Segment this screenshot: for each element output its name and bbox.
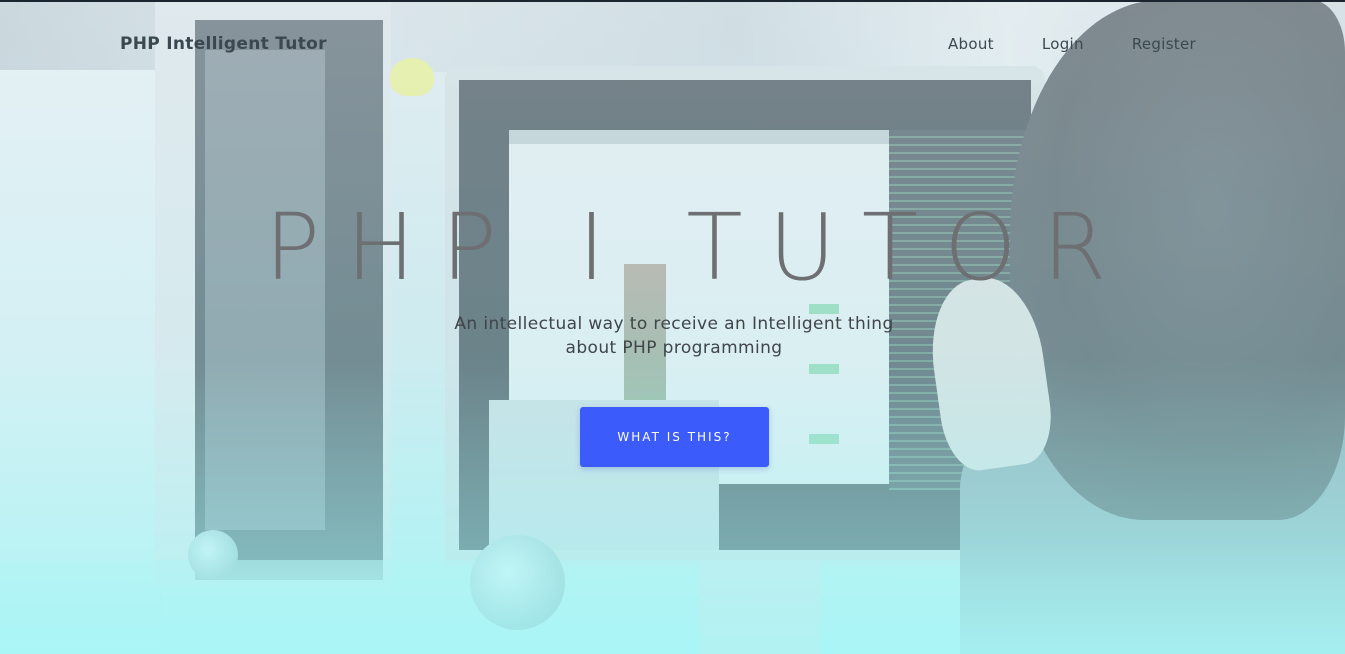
hero-title: PHP I TUTOR	[264, 194, 1133, 301]
main-nav: PHP Intelligent Tutor About Login Regist…	[0, 0, 1345, 90]
nav-link-register[interactable]: Register	[1132, 35, 1196, 53]
brand-link[interactable]: PHP Intelligent Tutor	[120, 34, 327, 54]
nav-link-about[interactable]: About	[948, 35, 994, 53]
nav-links: About Login Register	[948, 35, 1244, 53]
nav-link-login[interactable]: Login	[1042, 35, 1084, 53]
what-is-this-button[interactable]: WHAT IS THIS?	[580, 407, 769, 467]
hero-section: PHP Intelligent Tutor About Login Regist…	[0, 0, 1345, 654]
hero-subtitle: An intellectual way to receive an Intell…	[454, 314, 894, 358]
